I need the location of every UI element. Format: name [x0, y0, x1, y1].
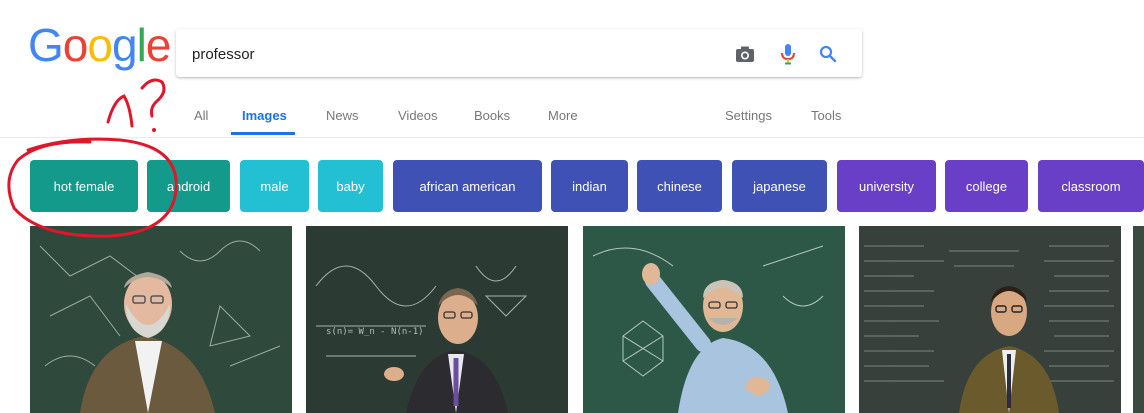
tab-videos[interactable]: Videos: [398, 108, 438, 123]
chip-baby[interactable]: baby: [318, 160, 383, 212]
chip-label: male: [260, 178, 289, 194]
logo-letter: o: [62, 19, 89, 71]
image-result[interactable]: s(n)= W_n - N(n-1): [306, 226, 568, 413]
search-input[interactable]: [190, 39, 714, 69]
image-result[interactable]: [583, 226, 845, 413]
tab-books[interactable]: Books: [474, 108, 510, 123]
svg-text:s(n)= W_n - N(n-1): s(n)= W_n - N(n-1): [326, 327, 424, 337]
chip-japanese[interactable]: japanese: [732, 160, 827, 212]
chip-university[interactable]: university: [837, 160, 936, 212]
chip-label: chinese: [657, 178, 702, 194]
tabs-divider: [0, 137, 1144, 138]
chip-android[interactable]: android: [147, 160, 230, 212]
chip-male[interactable]: male: [240, 160, 309, 212]
image-result[interactable]: [30, 226, 292, 413]
image-thumbnail: [859, 226, 1121, 413]
tab-tools[interactable]: Tools: [811, 108, 841, 123]
chip-label: university: [859, 178, 914, 194]
chip-label: android: [166, 178, 211, 194]
image-thumbnail: [30, 226, 292, 413]
microphone-icon[interactable]: [776, 42, 800, 66]
tab-all[interactable]: All: [194, 108, 208, 123]
chip-chinese[interactable]: chinese: [637, 160, 722, 212]
image-thumbnail: [583, 226, 845, 413]
logo-letter: l: [136, 19, 147, 71]
image-thumbnail: [1133, 226, 1144, 413]
chip-label: baby: [336, 178, 365, 194]
chip-label: african american: [419, 178, 516, 194]
chip-college[interactable]: college: [945, 160, 1028, 212]
logo-letter: e: [145, 19, 172, 71]
logo-letter: g: [111, 19, 138, 71]
search-icon[interactable]: [816, 42, 840, 66]
chip-african-american[interactable]: african american: [393, 160, 542, 212]
image-thumbnail: s(n)= W_n - N(n-1): [306, 226, 568, 413]
camera-icon[interactable]: [733, 42, 757, 66]
chip-label: college: [965, 178, 1008, 194]
chip-hot-female[interactable]: hot female: [30, 160, 138, 212]
google-logo[interactable]: Google: [28, 19, 172, 71]
chip-label: japanese: [753, 178, 806, 194]
logo-letter: G: [28, 19, 64, 71]
tab-images[interactable]: Images: [242, 108, 287, 123]
tab-news[interactable]: News: [326, 108, 359, 123]
active-tab-indicator: [231, 132, 295, 135]
tab-more[interactable]: More: [548, 108, 578, 123]
tab-settings[interactable]: Settings: [725, 108, 772, 123]
search-tabs: All Images News Videos Books More Settin…: [0, 108, 1144, 138]
chip-classroom[interactable]: classroom: [1038, 160, 1144, 212]
image-result[interactable]: [1133, 226, 1144, 413]
logo-letter: o: [87, 19, 113, 71]
search-box: [176, 29, 862, 77]
chip-label: classroom: [1061, 178, 1121, 194]
chip-indian[interactable]: indian: [551, 160, 628, 212]
chip-label: hot female: [53, 178, 115, 194]
chip-label: indian: [572, 178, 607, 194]
image-result[interactable]: [859, 226, 1121, 413]
